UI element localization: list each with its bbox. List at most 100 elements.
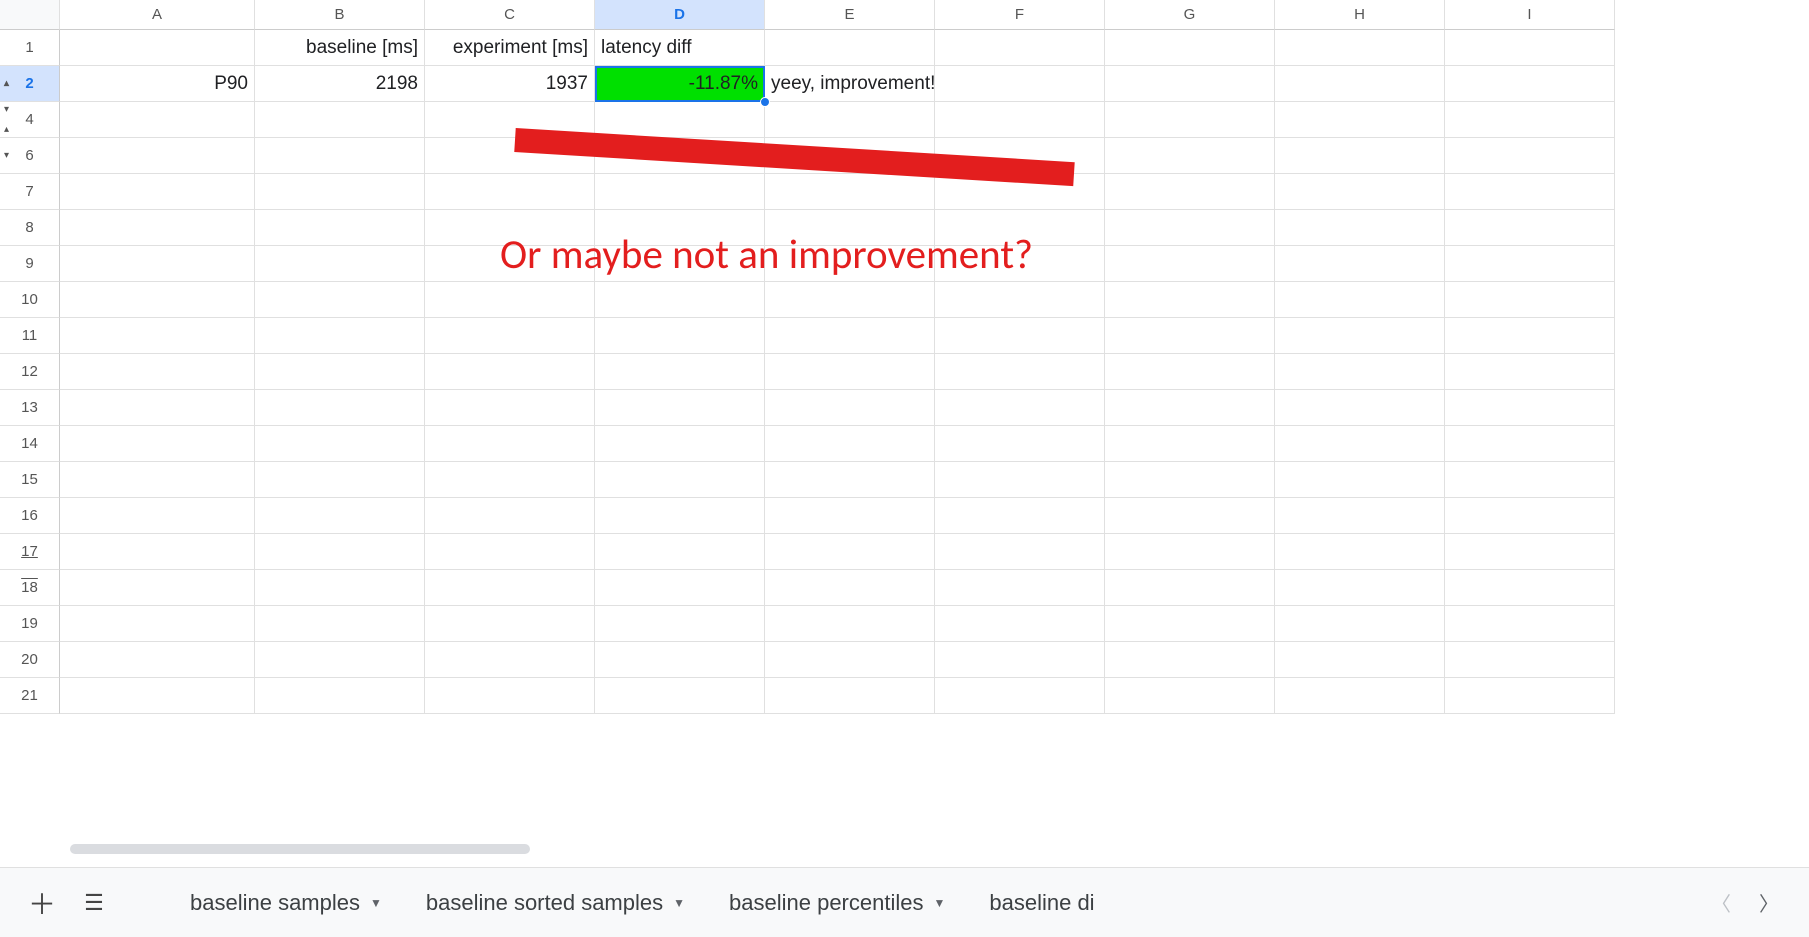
cell-I2[interactable] — [1445, 66, 1615, 102]
cell-G2[interactable] — [1105, 66, 1275, 102]
cell-F12[interactable] — [935, 354, 1105, 390]
col-header-D[interactable]: D — [595, 0, 765, 30]
tab-scroll-right-button[interactable]: 〉 — [1749, 883, 1789, 923]
cell-H6[interactable] — [1275, 138, 1445, 174]
cell-A8[interactable] — [60, 210, 255, 246]
cell-F17[interactable] — [935, 534, 1105, 570]
cell-B21[interactable] — [255, 678, 425, 714]
cell-C21[interactable] — [425, 678, 595, 714]
cell-A18[interactable] — [60, 570, 255, 606]
cell-B12[interactable] — [255, 354, 425, 390]
cell-A13[interactable] — [60, 390, 255, 426]
row-header-12[interactable]: 12 — [0, 354, 60, 390]
cell-I17[interactable] — [1445, 534, 1615, 570]
cell-I11[interactable] — [1445, 318, 1615, 354]
cell-D7[interactable] — [595, 174, 765, 210]
row-header-4[interactable]: ▾▴4 — [0, 102, 60, 138]
group-collapse-up-icon[interactable]: ▴ — [4, 78, 9, 89]
cell-B13[interactable] — [255, 390, 425, 426]
cell-B8[interactable] — [255, 210, 425, 246]
cell-A15[interactable] — [60, 462, 255, 498]
cell-H13[interactable] — [1275, 390, 1445, 426]
cell-B17[interactable] — [255, 534, 425, 570]
cell-G11[interactable] — [1105, 318, 1275, 354]
col-header-G[interactable]: G — [1105, 0, 1275, 30]
row-header-20[interactable]: 20 — [0, 642, 60, 678]
cell-F21[interactable] — [935, 678, 1105, 714]
row-header-11[interactable]: 11 — [0, 318, 60, 354]
cell-F11[interactable] — [935, 318, 1105, 354]
cell-B9[interactable] — [255, 246, 425, 282]
cell-D17[interactable] — [595, 534, 765, 570]
row-header-14[interactable]: 14 — [0, 426, 60, 462]
row-header-6[interactable]: ▾6 — [0, 138, 60, 174]
cell-H9[interactable] — [1275, 246, 1445, 282]
cell-G16[interactable] — [1105, 498, 1275, 534]
cell-F14[interactable] — [935, 426, 1105, 462]
cell-A10[interactable] — [60, 282, 255, 318]
cell-C2[interactable]: 1937 — [425, 66, 595, 102]
cell-F18[interactable] — [935, 570, 1105, 606]
cell-I7[interactable] — [1445, 174, 1615, 210]
row-header-19[interactable]: 19 — [0, 606, 60, 642]
all-sheets-menu-button[interactable]: ☰ — [72, 881, 116, 925]
cell-A19[interactable] — [60, 606, 255, 642]
sheet-tab-baseline-percentiles[interactable]: baseline percentiles ▼ — [711, 880, 963, 926]
cell-I18[interactable] — [1445, 570, 1615, 606]
cell-A2[interactable]: P90 — [60, 66, 255, 102]
cell-H20[interactable] — [1275, 642, 1445, 678]
cell-A1[interactable] — [60, 30, 255, 66]
cell-A16[interactable] — [60, 498, 255, 534]
cell-B18[interactable] — [255, 570, 425, 606]
sheet-tab-baseline-samples[interactable]: baseline samples ▼ — [172, 880, 400, 926]
chevron-down-icon[interactable]: ▼ — [673, 896, 685, 910]
cell-H21[interactable] — [1275, 678, 1445, 714]
cell-E11[interactable] — [765, 318, 935, 354]
cell-G9[interactable] — [1105, 246, 1275, 282]
cell-F4[interactable] — [935, 102, 1105, 138]
cell-G7[interactable] — [1105, 174, 1275, 210]
cell-I12[interactable] — [1445, 354, 1615, 390]
cell-H18[interactable] — [1275, 570, 1445, 606]
cell-G12[interactable] — [1105, 354, 1275, 390]
cell-B16[interactable] — [255, 498, 425, 534]
cell-G17[interactable] — [1105, 534, 1275, 570]
cell-D13[interactable] — [595, 390, 765, 426]
cell-A11[interactable] — [60, 318, 255, 354]
cell-G10[interactable] — [1105, 282, 1275, 318]
add-sheet-button[interactable]: ＋ — [20, 881, 64, 925]
cell-I16[interactable] — [1445, 498, 1615, 534]
cell-H12[interactable] — [1275, 354, 1445, 390]
cell-C13[interactable] — [425, 390, 595, 426]
cell-E15[interactable] — [765, 462, 935, 498]
group-marker-bottom-icon[interactable]: ▴ — [4, 124, 9, 135]
row-header-9[interactable]: 9 — [0, 246, 60, 282]
cell-E18[interactable] — [765, 570, 935, 606]
row-header-2[interactable]: ▴2 — [0, 66, 60, 102]
select-all-corner[interactable] — [0, 0, 60, 30]
cell-H1[interactable] — [1275, 30, 1445, 66]
cell-B20[interactable] — [255, 642, 425, 678]
cell-C10[interactable] — [425, 282, 595, 318]
cell-C7[interactable] — [425, 174, 595, 210]
cell-I20[interactable] — [1445, 642, 1615, 678]
sheet-tab-baseline-sorted-samples[interactable]: baseline sorted samples ▼ — [408, 880, 703, 926]
cell-A17[interactable] — [60, 534, 255, 570]
cell-A7[interactable] — [60, 174, 255, 210]
row-header-8[interactable]: 8 — [0, 210, 60, 246]
cell-E7[interactable] — [765, 174, 935, 210]
cell-H7[interactable] — [1275, 174, 1445, 210]
cell-I8[interactable] — [1445, 210, 1615, 246]
cell-D1[interactable]: latency diff — [595, 30, 765, 66]
row-header-17[interactable]: 17 — [0, 534, 60, 570]
cell-D18[interactable] — [595, 570, 765, 606]
cell-B10[interactable] — [255, 282, 425, 318]
cell-E20[interactable] — [765, 642, 935, 678]
cell-H4[interactable] — [1275, 102, 1445, 138]
cell-D12[interactable] — [595, 354, 765, 390]
cell-G19[interactable] — [1105, 606, 1275, 642]
cell-G14[interactable] — [1105, 426, 1275, 462]
cell-E14[interactable] — [765, 426, 935, 462]
chevron-down-icon[interactable]: ▼ — [933, 896, 945, 910]
col-header-A[interactable]: A — [60, 0, 255, 30]
